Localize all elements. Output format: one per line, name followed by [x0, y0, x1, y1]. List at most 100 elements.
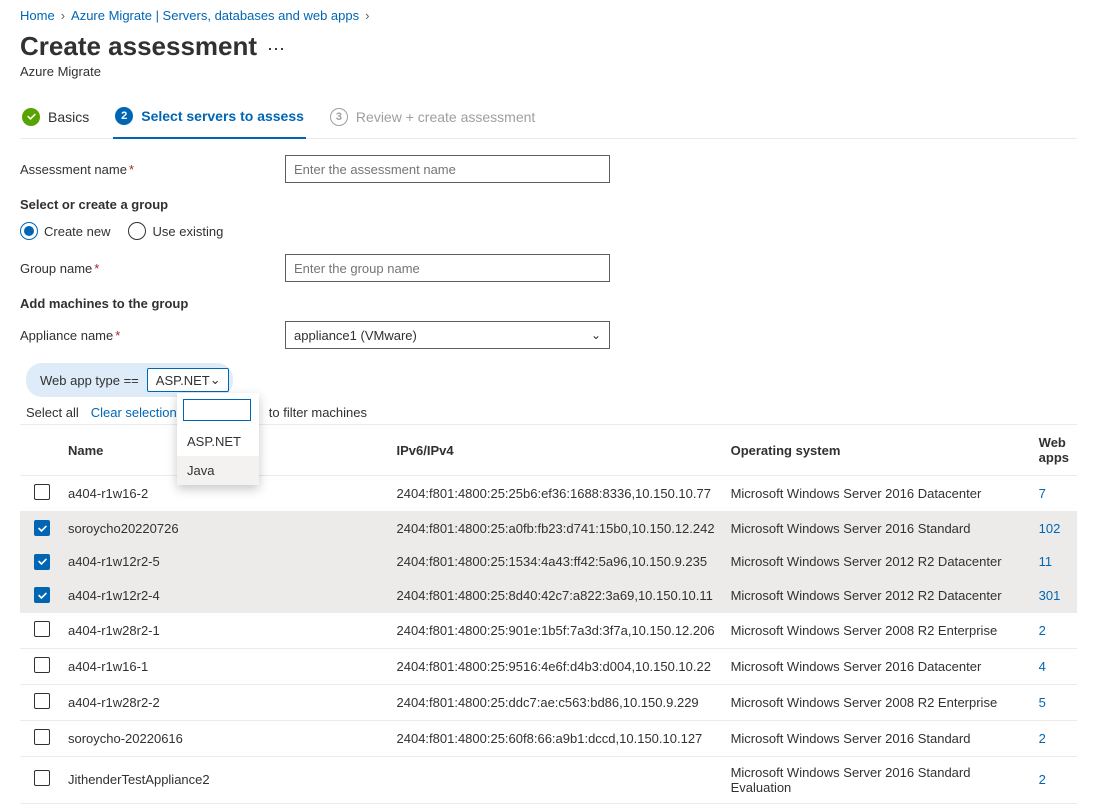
row-checkbox[interactable] — [34, 520, 50, 536]
breadcrumb: Home › Azure Migrate | Servers, database… — [20, 8, 1077, 23]
chevron-down-icon: ⌄ — [591, 328, 601, 342]
webapps-link[interactable]: 11 — [1039, 554, 1053, 569]
cell-os: Microsoft Windows Server 2008 R2 Enterpr… — [723, 684, 1031, 720]
page-subtitle: Azure Migrate — [20, 64, 1077, 79]
cell-name: a404-r1w16-1 — [60, 648, 389, 684]
table-row[interactable]: soroycho-202206162404:f801:4800:25:60f8:… — [20, 720, 1077, 756]
dropdown-option[interactable]: ASP.NET — [177, 427, 259, 456]
webapps-link[interactable]: 5 — [1039, 695, 1046, 710]
webapps-link[interactable]: 2 — [1039, 623, 1046, 638]
cell-os: Microsoft Windows Server 2016 Standard E… — [723, 756, 1031, 803]
cell-name: soroycho20220726 — [60, 512, 389, 546]
chevron-down-icon: ⌄ — [210, 372, 221, 388]
cell-os: Microsoft Windows Server 2016 Datacenter — [723, 648, 1031, 684]
chevron-right-icon: › — [365, 8, 369, 23]
appliance-value: appliance1 (VMware) — [294, 328, 417, 343]
webapp-type-value: ASP.NET — [156, 373, 210, 388]
group-name-input[interactable] — [285, 254, 610, 282]
step-select-servers[interactable]: 2 Select servers to assess — [113, 97, 306, 139]
assessment-name-input[interactable] — [285, 155, 610, 183]
row-checkbox[interactable] — [34, 657, 50, 673]
add-machines-label: Add machines to the group — [20, 296, 1077, 311]
radio-use-existing[interactable]: Use existing — [128, 222, 223, 240]
row-checkbox[interactable] — [34, 729, 50, 745]
appliance-select[interactable]: appliance1 (VMware) ⌄ — [285, 321, 610, 349]
row-checkbox[interactable] — [34, 587, 50, 603]
row-checkbox[interactable] — [34, 554, 50, 570]
radio-create-new[interactable]: Create new — [20, 222, 110, 240]
cell-os: Microsoft Windows Server 2016 Datacenter — [723, 476, 1031, 512]
group-mode-radio: Create new Use existing — [20, 222, 223, 240]
step-label: Review + create assessment — [356, 109, 535, 125]
cell-ip: 2404:f801:4800:25:1534:4a43:ff42:5a96,10… — [389, 545, 723, 579]
webapps-link[interactable]: 301 — [1039, 588, 1061, 603]
cell-name: a404-r1w28r2-2 — [60, 684, 389, 720]
select-all-link[interactable]: Select all — [26, 405, 79, 420]
row-checkbox[interactable] — [34, 621, 50, 637]
webapps-link[interactable]: 2 — [1039, 731, 1046, 746]
step-number: 2 — [115, 107, 133, 125]
cell-ip: 2404:f801:4800:25:9516:4e6f:d4b3:d004,10… — [389, 648, 723, 684]
cell-ip: 2404:f801:4800:25:8d40:42c7:a822:3a69,10… — [389, 579, 723, 613]
breadcrumb-home[interactable]: Home — [20, 8, 55, 23]
filter-hint: to filter machines — [269, 405, 367, 420]
dropdown-search-input[interactable] — [183, 399, 251, 421]
clear-selection-link[interactable]: Clear selection — [91, 405, 177, 420]
cell-os: Microsoft Windows Server 2012 R2 Datacen… — [723, 579, 1031, 613]
cell-name: JithenderTestAppliance2 — [60, 756, 389, 803]
more-actions-icon[interactable]: ⋯ — [267, 39, 285, 60]
radio-label: Use existing — [152, 224, 223, 239]
table-row[interactable]: soroycho202207262404:f801:4800:25:a0fb:f… — [20, 512, 1077, 546]
table-row[interactable]: a404-r1w12r2-42404:f801:4800:25:8d40:42c… — [20, 579, 1077, 613]
cell-ip: 2404:f801:4800:25:ddc7:ae:c563:bd86,10.1… — [389, 684, 723, 720]
cell-name: a404-r1w12r2-5 — [60, 545, 389, 579]
cell-name: a404-r1w12r2-4 — [60, 579, 389, 613]
cell-os: Microsoft Windows Server 2016 Standard — [723, 720, 1031, 756]
check-icon — [22, 108, 40, 126]
cell-os: Microsoft Windows Server 2012 R2 Datacen… — [723, 545, 1031, 579]
assessment-name-label: Assessment name* — [20, 162, 285, 177]
col-ip[interactable]: IPv6/IPv4 — [389, 425, 723, 476]
webapps-link[interactable]: 4 — [1039, 659, 1046, 674]
webapp-type-select[interactable]: ASP.NET ⌄ — [147, 368, 229, 392]
table-row[interactable]: JithenderTestAppliance2 Microsoft Windows… — [20, 756, 1077, 803]
step-basics[interactable]: Basics — [20, 98, 91, 138]
table-row[interactable]: a404-r1w28r2-12404:f801:4800:25:901e:1b5… — [20, 612, 1077, 648]
cell-ip: 2404:f801:4800:25:25b6:ef36:1688:8336,10… — [389, 476, 723, 512]
dropdown-option[interactable]: Java — [177, 456, 259, 485]
row-checkbox[interactable] — [34, 484, 50, 500]
step-number: 3 — [330, 108, 348, 126]
appliance-name-label: Appliance name* — [20, 328, 285, 343]
select-or-create-label: Select or create a group — [20, 197, 1077, 212]
cell-name: a404-r1w28r2-1 — [60, 612, 389, 648]
webapps-link[interactable]: 7 — [1039, 486, 1046, 501]
page-title: Create assessment — [20, 31, 257, 62]
table-row[interactable]: a404-r1w12r2-52404:f801:4800:25:1534:4a4… — [20, 545, 1077, 579]
col-webapps[interactable]: Web apps — [1031, 425, 1077, 476]
cell-os: Microsoft Windows Server 2008 R2 Enterpr… — [723, 612, 1031, 648]
breadcrumb-path[interactable]: Azure Migrate | Servers, databases and w… — [71, 8, 359, 23]
cell-ip: 2404:f801:4800:25:a0fb:fb23:d741:15b0,10… — [389, 512, 723, 546]
table-row[interactable]: a404-r1w16-12404:f801:4800:25:9516:4e6f:… — [20, 648, 1077, 684]
row-checkbox[interactable] — [34, 770, 50, 786]
table-row[interactable]: a404-r1w28r2-22404:f801:4800:25:ddc7:ae:… — [20, 684, 1077, 720]
group-name-label: Group name* — [20, 261, 285, 276]
cell-ip — [389, 756, 723, 803]
webapp-type-filter: Web app type == ASP.NET ⌄ ASP.NETJava — [26, 363, 233, 397]
step-review-create[interactable]: 3 Review + create assessment — [328, 98, 537, 138]
cell-name: soroycho-20220616 — [60, 720, 389, 756]
radio-icon — [128, 222, 146, 240]
cell-os: Microsoft Windows Server 2016 Standard — [723, 512, 1031, 546]
chevron-right-icon: › — [61, 8, 65, 23]
step-label: Basics — [48, 109, 89, 125]
cell-ip: 2404:f801:4800:25:60f8:66:a9b1:dccd,10.1… — [389, 720, 723, 756]
webapp-type-dropdown: ASP.NETJava — [177, 393, 259, 485]
radio-label: Create new — [44, 224, 110, 239]
radio-icon — [20, 222, 38, 240]
webapps-link[interactable]: 2 — [1039, 772, 1046, 787]
filter-label: Web app type == — [40, 373, 139, 388]
wizard-steps: Basics 2 Select servers to assess 3 Revi… — [20, 97, 1077, 139]
step-label: Select servers to assess — [141, 108, 304, 124]
col-os[interactable]: Operating system — [723, 425, 1031, 476]
webapps-link[interactable]: 102 — [1039, 521, 1061, 536]
